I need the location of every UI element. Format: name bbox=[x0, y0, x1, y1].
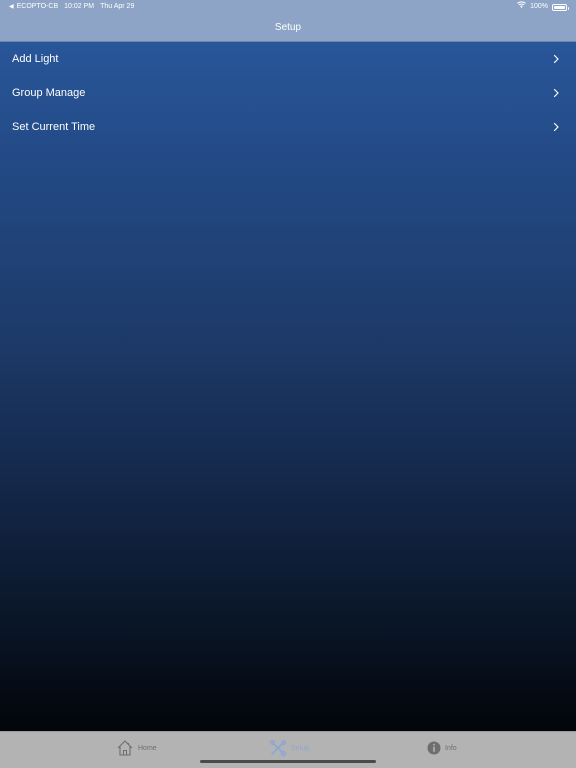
chevron-right-icon bbox=[553, 54, 559, 64]
tab-setup[interactable]: Setup bbox=[269, 738, 309, 758]
tab-label: Info bbox=[445, 744, 457, 752]
battery-level-fill bbox=[554, 5, 565, 9]
tools-icon bbox=[270, 740, 287, 757]
home-indicator[interactable] bbox=[200, 760, 376, 763]
chevron-right-icon bbox=[553, 88, 559, 98]
page-title: Setup bbox=[274, 22, 302, 33]
menu-item-label: Group Manage bbox=[12, 87, 86, 99]
battery-percent: 100% bbox=[530, 3, 548, 10]
wifi-icon bbox=[517, 0, 526, 14]
back-arrow-icon[interactable]: ◀ bbox=[9, 0, 14, 14]
menu-item-label: Add Light bbox=[12, 53, 59, 65]
back-app-label[interactable]: ECOPTO-CB bbox=[17, 0, 59, 14]
setup-screen: ◀ ECOPTO-CB 10:02 PM Thu Apr 29 100% Set… bbox=[0, 0, 576, 768]
status-time: 10:02 PM bbox=[64, 3, 95, 10]
tab-info[interactable]: Info bbox=[427, 738, 457, 758]
menu-item-group-manage[interactable]: Group Manage bbox=[0, 76, 576, 110]
menu-item-set-current-time[interactable]: Set Current Time bbox=[0, 110, 576, 144]
status-date: Thu Apr 29 bbox=[100, 3, 135, 10]
status-bar: ◀ ECOPTO-CB 10:02 PM Thu Apr 29 100% bbox=[0, 0, 576, 14]
menu-item-add-light[interactable]: Add Light bbox=[0, 42, 576, 76]
setup-menu: Add Light Group Manage Set Current Time bbox=[0, 42, 576, 144]
house-icon bbox=[117, 740, 133, 756]
navigation-bar: Setup bbox=[0, 14, 576, 42]
tab-label: Setup bbox=[291, 744, 310, 752]
battery-icon bbox=[552, 3, 569, 11]
tab-home[interactable]: Home bbox=[116, 738, 157, 758]
status-left: ◀ ECOPTO-CB 10:02 PM Thu Apr 29 bbox=[9, 0, 134, 14]
menu-item-label: Set Current Time bbox=[12, 121, 96, 133]
info-icon bbox=[427, 741, 441, 755]
status-right: 100% bbox=[517, 0, 569, 14]
tab-label: Home bbox=[138, 744, 157, 752]
chevron-right-icon bbox=[553, 122, 559, 132]
